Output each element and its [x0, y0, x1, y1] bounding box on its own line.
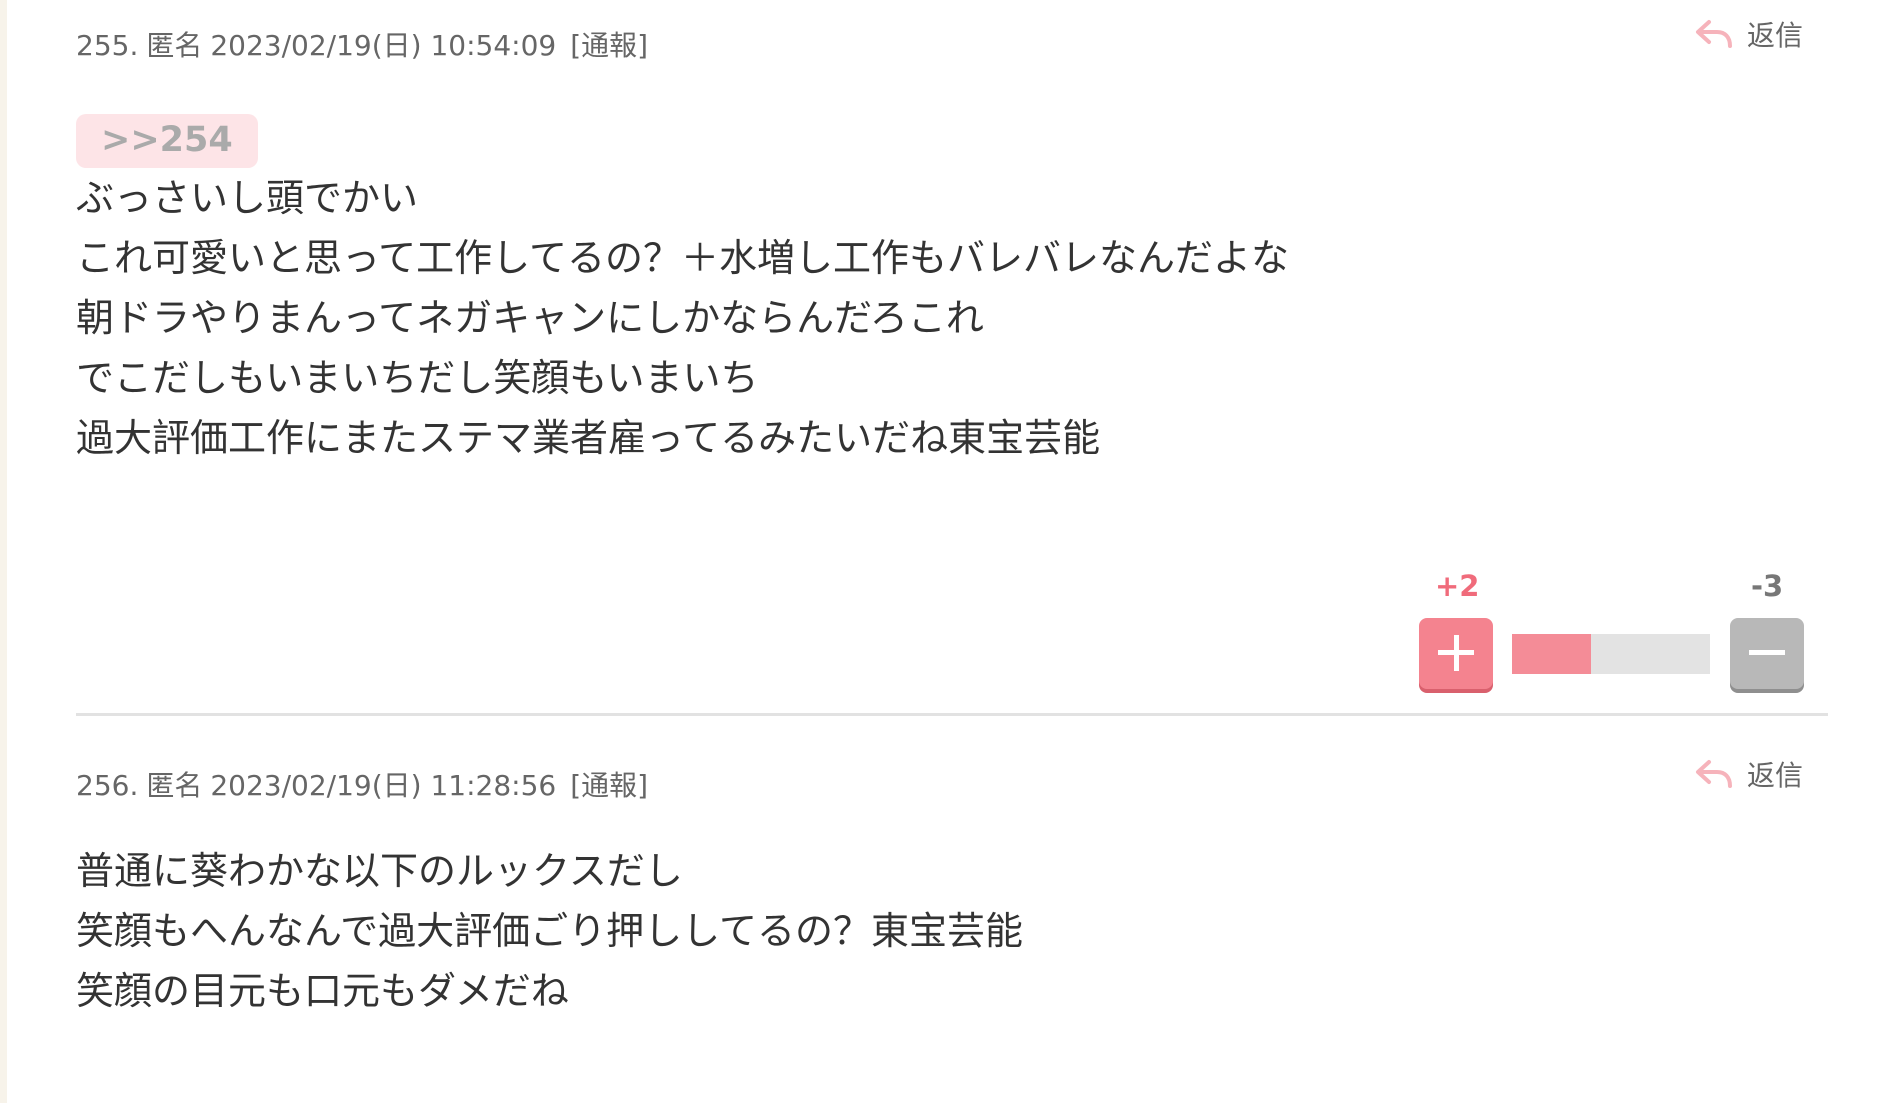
minus-vote-button[interactable]: [1730, 618, 1804, 689]
comment-256: 256. 匿名 2023/02/19(日) 11:28:56 [通報] 返信 普通に葵…: [76, 716, 1828, 1021]
comment-number: 255.: [76, 29, 139, 62]
report-link[interactable]: [通報]: [570, 769, 648, 802]
reply-arrow-icon: [1695, 19, 1733, 49]
comment-author: 匿名: [146, 769, 203, 802]
plus-vote-button[interactable]: [1419, 618, 1493, 689]
anchor-link[interactable]: >>254: [76, 114, 258, 168]
comment-line: ぶっさいし頭でかい: [76, 176, 419, 220]
comment-datetime: 2023/02/19(日) 10:54:09: [210, 29, 557, 62]
reply-label: 返信: [1746, 19, 1803, 52]
comment-meta: 255. 匿名 2023/02/19(日) 10:54:09 [通報]: [76, 24, 656, 64]
comment-meta: 256. 匿名 2023/02/19(日) 11:28:56 [通報]: [76, 764, 656, 804]
plus-vote-count: +2: [1435, 569, 1480, 603]
vote-ratio-fill: [1512, 634, 1592, 674]
vote-ratio-bar: [1512, 634, 1710, 674]
comment-header: 255. 匿名 2023/02/19(日) 10:54:09 [通報] 返信: [76, 0, 1828, 62]
comment-line: でこだしもいまいちだし笑顔もいまいち: [76, 356, 759, 400]
minus-vote-count: -3: [1751, 569, 1784, 603]
comment-line: これ可愛いと思って工作してるの？＋水増し工作もバレバレなんだよな: [76, 236, 1289, 280]
reply-button[interactable]: 返信: [1695, 14, 1803, 54]
vote-area: +2 -3: [76, 468, 1828, 713]
comment-line: 過大評価工作にまたステマ業者雇ってるみたいだね東宝芸能: [76, 416, 1101, 460]
comment-header: 256. 匿名 2023/02/19(日) 11:28:56 [通報] 返信: [76, 716, 1828, 802]
comment-line: 朝ドラやりまんってネガキャンにしかならんだろこれ: [76, 296, 984, 340]
left-edge-strip: [0, 0, 7, 1103]
comment-thread: 255. 匿名 2023/02/19(日) 10:54:09 [通報] 返信 >>25…: [76, 0, 1828, 1021]
comment-line: 笑顔の目元も口元もダメだね: [76, 969, 569, 1013]
comment-255: 255. 匿名 2023/02/19(日) 10:54:09 [通報] 返信 >>25…: [76, 0, 1828, 713]
comment-body: ぶっさいし頭でかい これ可愛いと思って工作してるの？＋水増し工作もバレバレなんだ…: [76, 168, 1828, 468]
comment-datetime: 2023/02/19(日) 11:28:56: [210, 769, 557, 802]
comment-author: 匿名: [146, 29, 203, 62]
comment-line: 普通に葵わかな以下のルックスだし: [76, 849, 683, 893]
reply-arrow-icon: [1695, 759, 1733, 789]
reply-label: 返信: [1746, 759, 1803, 792]
reply-button[interactable]: 返信: [1695, 754, 1803, 794]
comment-body: 普通に葵わかな以下のルックスだし 笑顔もへんなんで過大評価ごり押ししてるの？東宝…: [76, 841, 1828, 1021]
comment-number: 256.: [76, 769, 139, 802]
comment-line: 笑顔もへんなんで過大評価ごり押ししてるの？東宝芸能: [76, 909, 1023, 953]
report-link[interactable]: [通報]: [570, 29, 648, 62]
